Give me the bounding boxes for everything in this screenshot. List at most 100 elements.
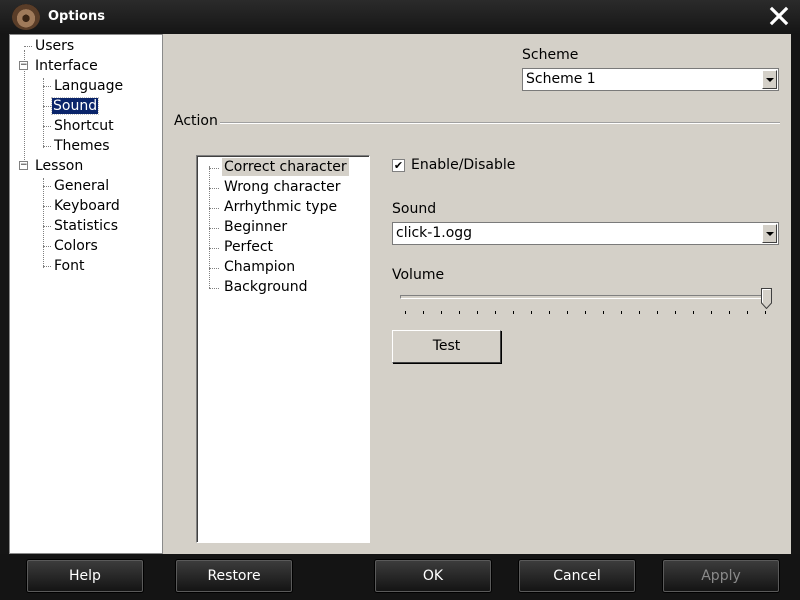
volume-tick	[621, 311, 622, 314]
volume-tick	[423, 311, 424, 314]
volume-tick	[639, 311, 640, 314]
list-guide-line	[209, 168, 219, 169]
volume-tick	[747, 311, 748, 314]
volume-tick	[477, 311, 478, 314]
action-item-champion[interactable]: Champion	[222, 258, 297, 276]
tree-item-general[interactable]: General	[53, 177, 110, 195]
volume-tick	[567, 311, 568, 314]
tree-item-font[interactable]: Font	[53, 257, 85, 275]
collapse-lesson-icon[interactable]: −	[19, 161, 28, 170]
tree-item-label: Sound	[50, 97, 100, 115]
action-item-wrong-character[interactable]: Wrong character	[222, 178, 342, 196]
volume-label: Volume	[392, 267, 445, 283]
tree-guide-line	[43, 186, 51, 187]
action-item-correct-character[interactable]: Correct character	[222, 158, 349, 176]
group-divider	[220, 122, 780, 124]
tree-guide-line	[43, 178, 44, 268]
enable-checkbox[interactable]: ✔	[392, 159, 405, 172]
volume-slider-track[interactable]	[400, 295, 770, 299]
test-button[interactable]: Test	[392, 330, 501, 363]
restore-button[interactable]: Restore	[176, 560, 292, 592]
volume-tick	[657, 311, 658, 314]
list-guide-line	[209, 248, 219, 249]
list-guide-line	[209, 188, 219, 189]
close-icon[interactable]	[768, 5, 790, 27]
action-item-background[interactable]: Background	[222, 278, 310, 296]
tree-item-language[interactable]: Language	[53, 77, 124, 95]
tree-item-label: Themes	[54, 138, 110, 154]
volume-tick	[693, 311, 694, 314]
volume-tick	[729, 311, 730, 314]
tree-item-lesson[interactable]: Lesson	[34, 157, 84, 175]
collapse-interface-icon[interactable]: −	[19, 61, 28, 70]
tree-guide-line	[24, 46, 32, 47]
tree-guide-line	[43, 266, 51, 267]
sound-file-value: click-1.ogg	[396, 225, 473, 241]
help-button[interactable]: Help	[27, 560, 143, 592]
cancel-button[interactable]: Cancel	[519, 560, 635, 592]
chevron-down-icon[interactable]	[762, 70, 777, 89]
volume-tick	[585, 311, 586, 314]
tree-item-users[interactable]: Users	[34, 37, 75, 55]
options-window: Options − − Users Interface Language Sou…	[0, 0, 800, 600]
volume-tick	[531, 311, 532, 314]
list-guide-line	[209, 268, 219, 269]
list-guide-line	[209, 288, 219, 289]
chevron-down-icon[interactable]	[762, 224, 777, 243]
volume-tick	[495, 311, 496, 314]
tree-guide-line	[43, 246, 51, 247]
volume-tick	[459, 311, 460, 314]
volume-tick	[675, 311, 676, 314]
action-item-arrhythmic-type[interactable]: Arrhythmic type	[222, 198, 339, 216]
volume-tick	[549, 311, 550, 314]
action-item-beginner[interactable]: Beginner	[222, 218, 289, 236]
sound-label: Sound	[392, 201, 437, 217]
tree-item-colors[interactable]: Colors	[53, 237, 99, 255]
tree-guide-line	[43, 78, 44, 148]
volume-tick	[405, 311, 406, 314]
tree-guide-line	[43, 146, 51, 147]
tree-guide-line	[43, 126, 51, 127]
tree-item-label: Users	[35, 38, 75, 54]
tree-item-sound[interactable]: Sound	[50, 97, 100, 115]
volume-tick	[603, 311, 604, 314]
tree-item-keyboard[interactable]: Keyboard	[53, 197, 121, 215]
tree-item-label: Keyboard	[54, 198, 120, 214]
list-guide-line	[209, 166, 210, 288]
apply-button[interactable]: Apply	[663, 560, 779, 592]
volume-slider-thumb[interactable]	[761, 288, 772, 309]
tree-item-label: Font	[54, 258, 85, 274]
volume-tick	[513, 311, 514, 314]
tree-item-label: Shortcut	[54, 118, 114, 134]
list-guide-line	[209, 208, 219, 209]
enable-label: Enable/Disable	[411, 157, 516, 173]
window-title: Options	[48, 9, 105, 24]
scheme-value: Scheme 1	[526, 71, 596, 87]
action-group-label: Action	[174, 113, 218, 129]
tree-guide-line	[43, 86, 51, 87]
action-item-perfect[interactable]: Perfect	[222, 238, 275, 256]
tree-item-label: Lesson	[35, 158, 84, 174]
tree-item-statistics[interactable]: Statistics	[53, 217, 119, 235]
volume-tick	[711, 311, 712, 314]
tree-guide-line	[43, 226, 51, 227]
tree-item-label: Colors	[54, 238, 98, 254]
title-bar[interactable]: Options	[0, 0, 800, 34]
scheme-select[interactable]: Scheme 1	[522, 68, 779, 91]
tree-guide-line	[43, 206, 51, 207]
list-guide-line	[209, 228, 219, 229]
tree-item-label: Language	[54, 78, 124, 94]
tree-item-label: Interface	[35, 58, 98, 74]
tree-guide-line	[43, 106, 51, 107]
app-eye-icon	[12, 4, 40, 30]
tree-item-themes[interactable]: Themes	[53, 137, 111, 155]
ok-button[interactable]: OK	[375, 560, 491, 592]
tree-item-label: General	[54, 178, 110, 194]
sound-file-select[interactable]: click-1.ogg	[392, 222, 779, 245]
tree-item-interface[interactable]: Interface	[34, 57, 99, 75]
volume-tick	[765, 311, 766, 314]
tree-item-label: Statistics	[54, 218, 118, 234]
volume-tick	[441, 311, 442, 314]
scheme-label: Scheme	[522, 47, 579, 63]
tree-item-shortcut[interactable]: Shortcut	[53, 117, 115, 135]
